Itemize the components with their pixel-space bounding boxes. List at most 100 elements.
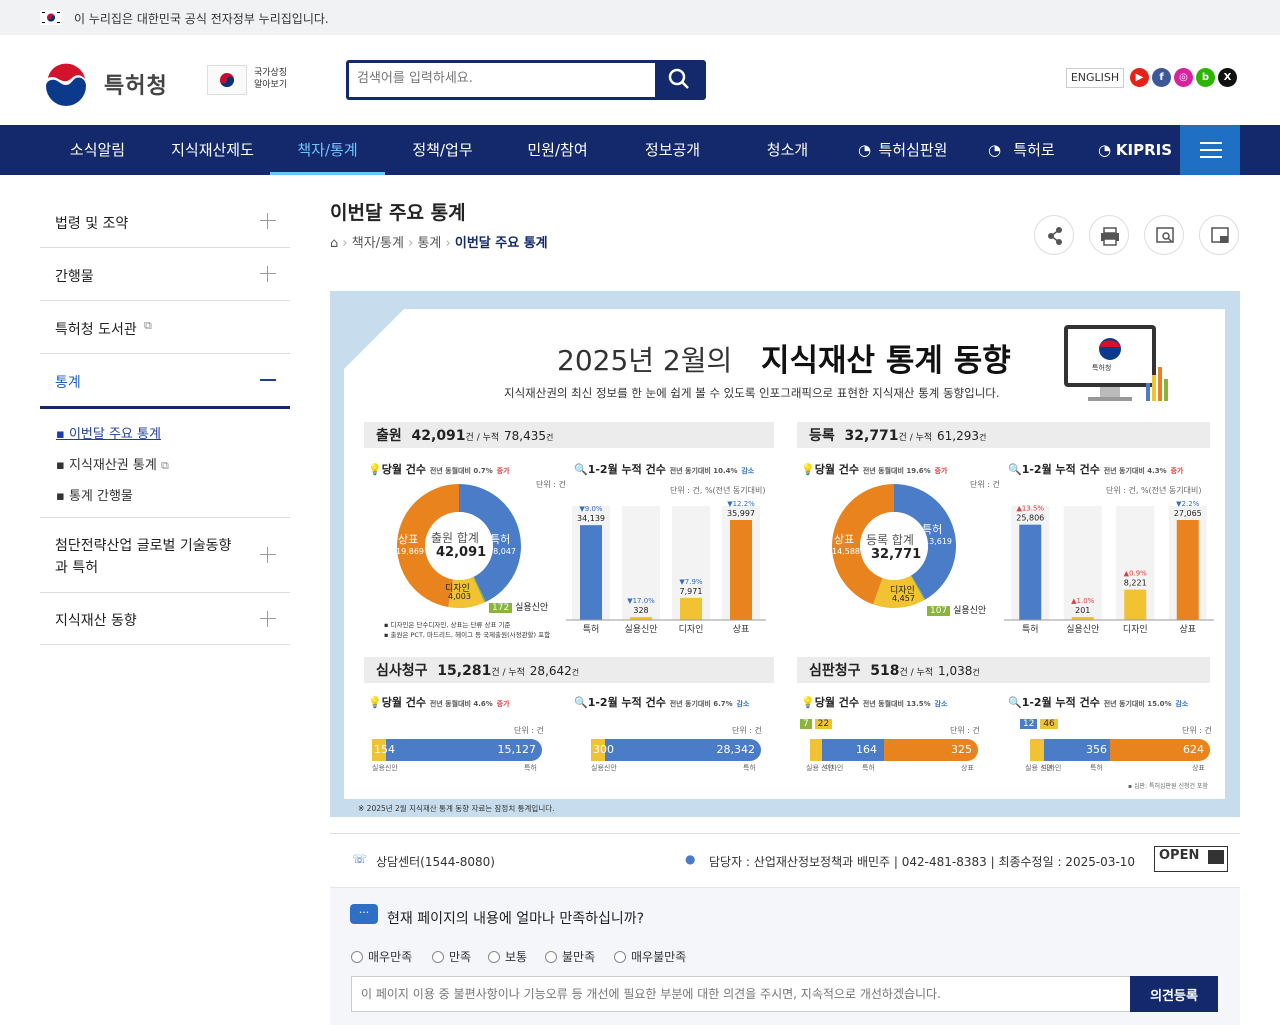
info-headline-title: 지식재산 통계 동향 — [761, 343, 1011, 379]
sidebar-item-label: 첨단전략산업 글로벌 기술동향 과 특허 — [55, 538, 232, 576]
facebook-icon[interactable]: f — [1152, 68, 1171, 87]
minus-icon — [260, 379, 276, 381]
lightbulb-icon: 💡당월 건수 전년 동월대비 19.6% 증가 — [801, 463, 948, 476]
monitor-graphic-icon: 특허청 — [1062, 323, 1168, 403]
logo-text[interactable]: 특허청 — [104, 68, 168, 100]
download-button[interactable] — [1199, 215, 1239, 255]
nav-news[interactable]: 소식알림 — [45, 125, 150, 175]
plus-icon — [260, 213, 276, 229]
chart-search-icon: 🔍1-2월 누적 건수 전년 동기대비 4.3% 증가 — [1008, 463, 1184, 476]
search-input[interactable] — [357, 71, 647, 86]
info-headline-date: 2025년 2월의 — [557, 344, 733, 377]
radio-neutral[interactable]: 보통 — [488, 948, 527, 965]
breadcrumb-current: 이번달 주요 통계 — [454, 236, 548, 251]
kipo-small-icon: ◔ — [858, 141, 872, 159]
radio-satisfied[interactable]: 만족 — [432, 948, 471, 965]
phone-icon: ☏ — [352, 852, 368, 866]
nav-policy[interactable]: 정책/업무 — [385, 125, 500, 175]
bar-label: 특허 — [583, 624, 600, 635]
plus-icon — [260, 266, 276, 282]
bar-label: 상표 — [1179, 624, 1196, 635]
nav-tribunal[interactable]: ◔ 특허심판원 — [850, 125, 958, 175]
radio-very-satisfied[interactable]: 매우만족 — [351, 948, 412, 965]
bar-value: 8,221 — [1124, 579, 1147, 588]
page-title: 이번달 주요 통계 — [330, 202, 466, 224]
breadcrumb-item[interactable]: 책자/통계 — [352, 236, 404, 251]
sidebar-sub-stat-pubs[interactable]: ▪ 통계 간행물 — [56, 485, 133, 504]
nav-ip-system[interactable]: 지식재산제도 — [155, 125, 270, 175]
bar-label: 상표 — [733, 624, 750, 635]
submit-opinion-button[interactable]: 의견등록 — [1130, 976, 1218, 1012]
bar-label: 특허 — [1022, 624, 1039, 635]
nav-patentro[interactable]: ◔ 특허로 — [980, 125, 1070, 175]
sidebar-item-tech-trends[interactable]: 첨단전략산업 글로벌 기술동향 과 특허 — [40, 517, 290, 593]
instagram-icon[interactable]: ◎ — [1174, 68, 1193, 87]
bar-value: 34,139 — [577, 514, 605, 523]
home-icon[interactable]: ⌂ — [330, 236, 338, 251]
section-filing: 출원 42,091건 / 누적 78,435건 — [364, 422, 774, 448]
info-footnote: ※ 2025년 2월 지식재산 통계 동향 자료는 잠정치 통계입니다. — [358, 804, 555, 813]
sidebar-item-publications[interactable]: 간행물 — [40, 248, 290, 301]
gov-banner-text: 이 누리집은 대한민국 공식 전자정부 누리집입니다. — [74, 12, 329, 26]
bar-0 — [580, 525, 602, 620]
bar-value: 27,065 — [1174, 509, 1202, 518]
sidebar-item-ip-trends[interactable]: 지식재산 동향 — [40, 593, 290, 645]
national-symbol-link[interactable]: 국가상징 알아보기 — [254, 67, 287, 91]
sidebar-item-laws[interactable]: 법령 및 조약 — [40, 195, 290, 248]
chart-search-icon: 🔍1-2월 누적 건수 전년 동기대비 15.0% 감소 — [1008, 696, 1189, 709]
breadcrumb-item[interactable]: 통계 — [417, 236, 441, 251]
korea-flag-icon — [40, 10, 62, 25]
bar-3 — [1176, 520, 1199, 620]
search-box — [346, 60, 706, 100]
opinion-input[interactable] — [351, 976, 1131, 1012]
bar-pct: ▲13.5% — [1016, 505, 1044, 513]
search-button[interactable] — [655, 63, 703, 97]
open-license-badge[interactable]: OPEN — [1154, 846, 1228, 872]
radio-dissatisfied[interactable]: 불만족 — [545, 948, 595, 965]
lightbulb-icon: 💡당월 건수 전년 동월대비 13.5% 감소 — [801, 696, 948, 709]
all-menu-button[interactable] — [1180, 125, 1240, 175]
nav-books-stats[interactable]: 책자/통계 — [270, 125, 385, 175]
speech-bubble-icon: ··· — [350, 904, 378, 924]
sidebar-item-library[interactable]: 특허청 도서관 ⧉ — [40, 301, 290, 354]
info-description: 지식재산권의 최신 정보를 한 눈에 쉽게 볼 수 있도록 인포그래픽으로 표현… — [504, 386, 1000, 400]
bar-value: 25,806 — [1016, 514, 1044, 523]
kipo-small-icon: ◔ — [988, 141, 1002, 159]
nav-civil[interactable]: 민원/참여 — [500, 125, 615, 175]
sidebar-item-stats[interactable]: 통계 — [40, 354, 290, 409]
page-footer: ☏ 상담센터(1544-8080) ● 담당자 : 산업재산정보정책과 배민주 … — [330, 833, 1240, 1025]
section-examination: 심사청구 15,281건 / 누적 28,642건 — [364, 657, 774, 683]
youtube-icon[interactable]: ▶ — [1130, 68, 1149, 87]
bar-value: 328 — [633, 606, 648, 615]
nav-kipris[interactable]: ◔ KIPRIS — [1090, 125, 1180, 175]
section-trial: 심판청구 518건 / 누적 1,038건 — [797, 657, 1210, 683]
sidebar-item-label: 통계 — [55, 375, 81, 391]
nav-about[interactable]: 청소개 — [730, 125, 845, 175]
bar-0 — [1019, 524, 1042, 620]
viewer-button[interactable] — [1144, 215, 1184, 255]
share-button[interactable] — [1034, 215, 1074, 255]
kipo-logo-icon[interactable] — [40, 58, 92, 110]
bar-pct: ▲0.9% — [1124, 570, 1148, 578]
person-icon: ● — [685, 852, 696, 866]
radio-very-dissatisfied[interactable]: 매우불만족 — [614, 948, 686, 965]
filing-bar-chart: 34,139▼9.0% 특허 328▼17.0% 실용신안 7,971▼7.9% 디자인 3… — [566, 500, 766, 635]
exam-cum-bar: 300 28,342 — [591, 739, 761, 761]
sidebar-sub-ip-stats[interactable]: ▪ 지식재산권 통계 ⧉ — [56, 454, 169, 473]
sidebar-item-label: 간행물 — [55, 269, 94, 285]
section-registration: 등록 32,771건 / 누적 61,293건 — [797, 422, 1210, 448]
national-symbol-icon[interactable] — [207, 65, 247, 95]
x-twitter-icon[interactable]: X — [1218, 68, 1237, 87]
main-nav: 소식알림 지식재산제도 책자/통계 정책/업무 민원/참여 정보공개 청소개 ◔… — [0, 125, 1280, 175]
bar-label: 디자인 — [1123, 624, 1148, 635]
sidebar-item-label: 법령 및 조약 — [55, 216, 129, 232]
nav-info[interactable]: 정보공개 — [615, 125, 730, 175]
bar-value: 7,971 — [680, 587, 703, 596]
exam-month-bar: 154 15,127 — [372, 739, 542, 761]
english-link[interactable]: ENGLISH — [1066, 68, 1124, 88]
blog-icon[interactable]: b — [1196, 68, 1215, 87]
print-button[interactable] — [1089, 215, 1129, 255]
bar-value: 35,997 — [727, 509, 755, 518]
lightbulb-icon: 💡당월 건수 전년 동월대비 0.7% 증가 — [368, 463, 510, 476]
sidebar-sub-monthly[interactable]: ▪ 이번달 주요 통계 — [56, 423, 161, 442]
